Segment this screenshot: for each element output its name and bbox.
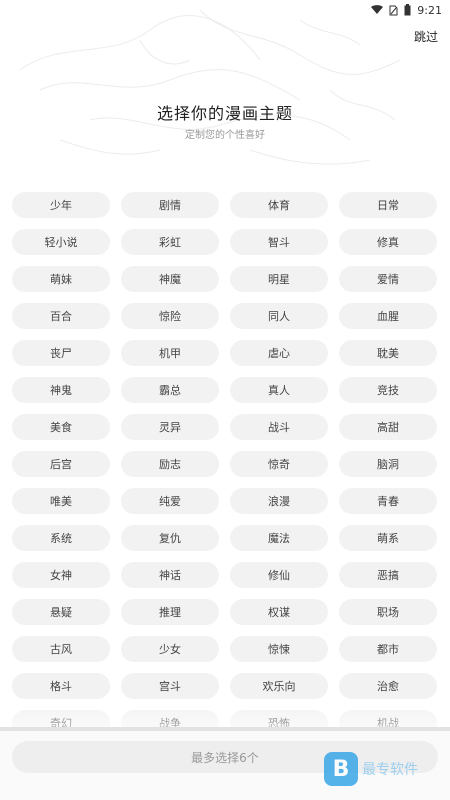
theme-chip[interactable]: 励志 [121,451,219,477]
status-time: 9:21 [417,3,442,17]
watermark-text: 最专软件 [362,762,418,778]
watermark-logo-icon: B [324,752,358,786]
theme-chip[interactable]: 爱情 [339,266,437,292]
theme-chip[interactable]: 后宫 [12,451,110,477]
theme-chip[interactable]: 古风 [12,636,110,662]
theme-chip[interactable]: 灵异 [121,414,219,440]
theme-chip[interactable]: 格斗 [12,673,110,699]
no-sim-icon [389,5,398,16]
theme-chip[interactable]: 少年 [12,192,110,218]
theme-chip[interactable]: 惊悚 [230,636,328,662]
theme-chip[interactable]: 竞技 [339,377,437,403]
theme-chip[interactable]: 青春 [339,488,437,514]
theme-chip[interactable]: 萌系 [339,525,437,551]
theme-chip[interactable]: 权谋 [230,599,328,625]
background-illustration [19,9,401,165]
theme-chip[interactable]: 轻小说 [12,229,110,255]
theme-chip[interactable]: 智斗 [230,229,328,255]
theme-grid: 少年 剧情 体育 日常轻小说 彩虹 智斗 修真萌妹 神魔 明星 爱情百合 惊险 同人 血腥丧尸 机甲 虐心耽… [12,192,438,736]
theme-chip[interactable]: 少女 [121,636,219,662]
theme-chip[interactable]: 血腥 [339,303,437,329]
page-title: 选择你的漫画主题 [156,104,293,123]
wifi-icon [371,5,384,15]
theme-chip[interactable]: 丧尸 [12,340,110,366]
theme-chip[interactable]: 惊奇 [230,451,328,477]
theme-chip[interactable]: 美食 [12,414,110,440]
theme-chip[interactable]: 霸总 [121,377,219,403]
skip-button[interactable]: 跳过 [414,28,438,45]
theme-chip[interactable]: 百合 [12,303,110,329]
theme-chip[interactable]: 唯美 [12,488,110,514]
theme-chip[interactable]: 虐心 [230,340,328,366]
theme-chip[interactable]: 同人 [230,303,328,329]
theme-chip[interactable]: 惊险 [121,303,219,329]
theme-chip[interactable]: 治愈 [339,673,437,699]
theme-chip[interactable]: 纯爱 [121,488,219,514]
theme-chip[interactable]: 悬疑 [12,599,110,625]
theme-chip[interactable]: 机甲 [121,340,219,366]
theme-chip[interactable]: 神话 [121,562,219,588]
status-bar: 9:21 [0,0,450,20]
theme-chip[interactable]: 修仙 [230,562,328,588]
theme-chip[interactable]: 浪漫 [230,488,328,514]
theme-chip[interactable]: 复仇 [121,525,219,551]
battery-icon [404,4,411,16]
theme-chip[interactable]: 彩虹 [121,229,219,255]
theme-chip[interactable]: 萌妹 [12,266,110,292]
theme-chip[interactable]: 神鬼 [12,377,110,403]
theme-chip[interactable]: 都市 [339,636,437,662]
theme-chip[interactable]: 女神 [12,562,110,588]
theme-chip[interactable]: 恶搞 [339,562,437,588]
theme-chip[interactable]: 真人 [230,377,328,403]
theme-chip[interactable]: 职场 [339,599,437,625]
theme-chip[interactable]: 神魔 [121,266,219,292]
theme-chip[interactable]: 修真 [339,229,437,255]
theme-chip[interactable]: 宫斗 [121,673,219,699]
theme-chip[interactable]: 战斗 [230,414,328,440]
theme-chip[interactable]: 推理 [121,599,219,625]
theme-chip[interactable]: 剧情 [121,192,219,218]
theme-chip[interactable]: 日常 [339,192,437,218]
theme-chip[interactable]: 魔法 [230,525,328,551]
theme-chip[interactable]: 体育 [230,192,328,218]
theme-chip[interactable]: 系统 [12,525,110,551]
theme-chip[interactable]: 高甜 [339,414,437,440]
watermark: B 最专软件 [324,752,418,786]
page-subtitle: 定制您的个性喜好 [185,130,265,141]
theme-chip[interactable]: 脑洞 [339,451,437,477]
theme-chip[interactable]: 明星 [230,266,328,292]
theme-chip[interactable]: 欢乐向 [230,673,328,699]
theme-chip[interactable]: 耽美 [339,340,437,366]
